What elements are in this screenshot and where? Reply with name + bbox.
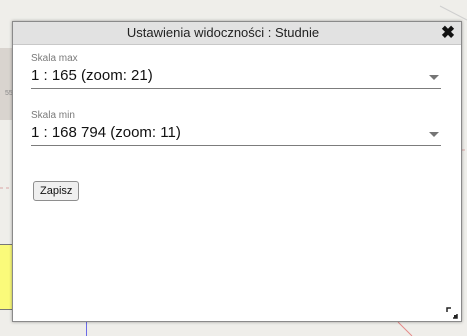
close-button[interactable]: ✖ [439,23,457,43]
scale-min-label: Skala min [31,110,75,121]
resize-handle-icon[interactable] [446,306,458,319]
chevron-down-icon [429,75,439,80]
scale-max-select[interactable]: 1 : 165 (zoom: 21) [31,66,441,89]
scale-max-value: 1 : 165 (zoom: 21) [31,67,153,84]
scale-min-value: 1 : 168 794 (zoom: 11) [31,124,181,141]
chevron-down-icon [429,132,439,137]
save-button[interactable]: Zapisz [33,181,80,201]
scale-min-select[interactable]: 1 : 168 794 (zoom: 11) [31,123,441,146]
visibility-settings-dialog: Ustawienia widoczności : Studnie ✖ Skala… [12,21,462,322]
dialog-title: Ustawienia widoczności : Studnie [126,25,320,40]
scale-max-label: Skala max [31,53,78,64]
dialog-titlebar[interactable]: Ustawienia widoczności : Studnie ✖ [13,22,461,45]
close-icon: ✖ [440,23,456,42]
